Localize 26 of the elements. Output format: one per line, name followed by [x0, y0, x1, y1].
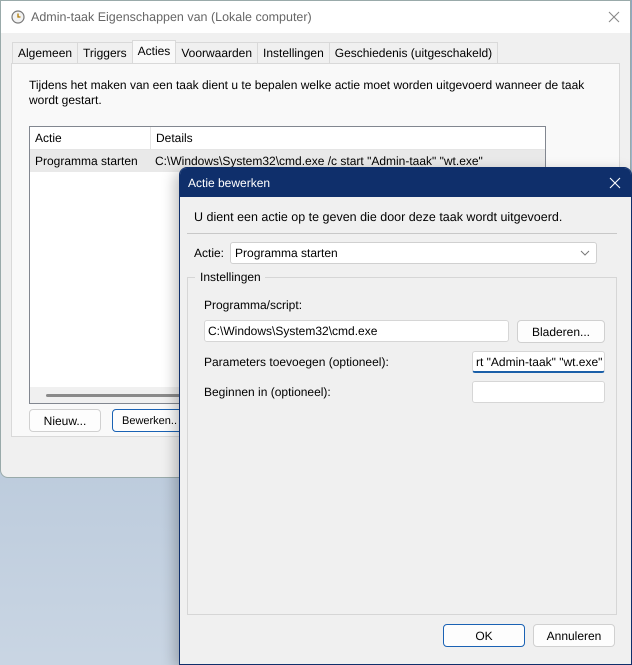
action-label: Actie: — [194, 246, 224, 260]
tab[interactable]: Algemeen — [12, 42, 78, 63]
chevron-down-icon — [580, 250, 590, 256]
dialog-button[interactable]: Annuleren — [533, 624, 615, 647]
column-header[interactable]: Actie — [30, 127, 151, 149]
dialog-description: U dient een actie op te geven die door deze taak wordt uitgevoerd. — [194, 210, 564, 224]
field-label: Beginnen in (optioneel): — [204, 385, 331, 399]
dialog-title: Actie bewerken — [188, 176, 270, 190]
tab[interactable]: Acties — [132, 40, 176, 63]
field-label: Programma/script: — [204, 298, 304, 312]
table-cell-text: C:\Windows\System32\cmd.exe /c start "Admin-taak" "wt.exe" — [154, 154, 483, 168]
clock-icon — [11, 10, 25, 24]
column-header[interactable]: Details — [151, 131, 193, 145]
action-dropdown[interactable]: Programma starten — [230, 242, 598, 264]
description-text: Tijdens het maken van een taak dient u te bepalen welke actie moet worden uitgevoerd wanneer de taak wordt gestart. — [29, 78, 586, 108]
field-label: Parameters toevoegen (optioneel): — [204, 355, 389, 369]
tab[interactable]: Geschiedenis (uitgeschakeld) — [328, 42, 498, 63]
input-field[interactable] — [472, 381, 605, 403]
table-cell-text: Programma starten — [34, 154, 139, 168]
browse-button[interactable]: Bladeren... — [517, 320, 605, 343]
action-button[interactable]: Nieuw... — [29, 409, 101, 432]
window-title: Admin-taak Eigenschappen van (Lokale computer) — [31, 10, 313, 24]
dialog-button[interactable]: OK — [443, 624, 525, 647]
input-field[interactable]: rt "Admin-taak" "wt.exe" — [472, 351, 605, 373]
input-field[interactable]: C:\Windows\System32\cmd.exe — [204, 320, 509, 342]
group-title: Instellingen — [195, 270, 265, 284]
